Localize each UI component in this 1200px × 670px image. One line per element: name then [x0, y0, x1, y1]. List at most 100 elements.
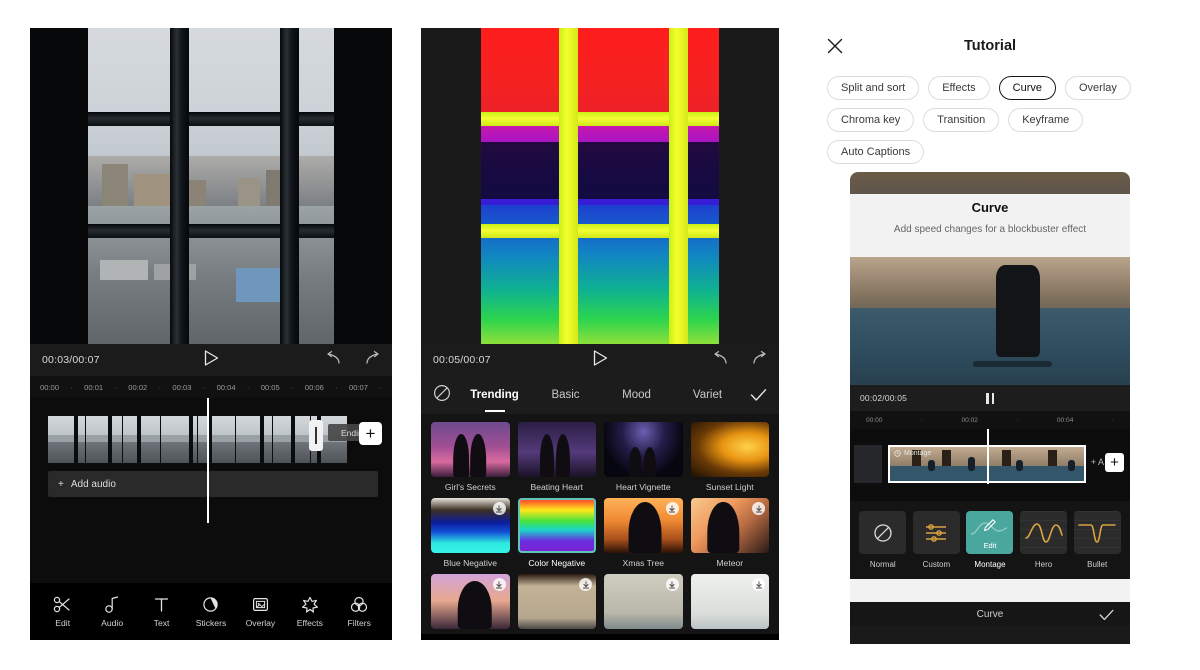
previous-card-peek — [850, 172, 1130, 194]
effect-item[interactable]: Beating Heart — [517, 422, 596, 492]
toolbar-item-audio[interactable]: Audio — [87, 595, 136, 628]
preset-icon-box[interactable]: Edit — [966, 511, 1014, 554]
skateboard — [973, 360, 1052, 368]
playhead[interactable] — [987, 429, 989, 484]
effect-item[interactable]: Blue Negative — [431, 498, 510, 568]
tab-mood[interactable]: Mood — [601, 389, 672, 401]
no-effect-icon[interactable] — [433, 384, 459, 407]
effect-preview[interactable] — [421, 28, 779, 344]
effect-item[interactable] — [431, 574, 510, 634]
clip-thumb — [123, 416, 161, 463]
curve-preset-custom[interactable]: Custom — [912, 511, 960, 569]
chip-split-and-sort[interactable]: Split and sort — [827, 76, 920, 100]
download-icon[interactable] — [579, 578, 592, 591]
add-clip-button[interactable]: + — [1105, 453, 1124, 472]
timeline[interactable]: Ending + + Add audio — [30, 398, 392, 583]
curve-preset-normal[interactable]: Normal — [859, 511, 907, 569]
download-icon[interactable] — [492, 578, 506, 591]
toolbar-item-stickers[interactable]: Stickers — [186, 596, 235, 628]
effect-item[interactable]: Xmas Tree — [604, 498, 683, 568]
ruler-tick: 00:07 — [348, 382, 368, 392]
tab-basic[interactable]: Basic — [530, 389, 601, 401]
toolbar-item-filters[interactable]: Filters — [335, 596, 384, 628]
effect-item[interactable]: Sunset Light — [690, 422, 769, 492]
effect-label: Blue Negative — [443, 558, 497, 568]
clip-trim-handle[interactable] — [309, 420, 323, 451]
curve-preset-bullet[interactable]: Bullet — [1073, 511, 1121, 569]
letterbox-right — [719, 28, 779, 344]
undo-icon[interactable] — [713, 350, 729, 370]
tab-variety[interactable]: Variet — [672, 389, 743, 401]
download-icon[interactable] — [492, 502, 506, 515]
transport-bar: 00:05/00:07 — [421, 344, 779, 376]
chip-transition[interactable]: Transition — [923, 108, 1000, 132]
toolbar-item-effects[interactable]: Effects — [285, 596, 334, 628]
effect-thumbnail[interactable] — [690, 498, 769, 553]
effect-item[interactable]: Girl's Secrets — [431, 422, 510, 492]
redo-icon[interactable] — [751, 350, 767, 370]
effect-item[interactable] — [604, 574, 683, 634]
chip-overlay[interactable]: Overlay — [1064, 76, 1131, 100]
add-text-button[interactable]: + A — [1091, 457, 1104, 467]
preset-icon-box[interactable] — [1073, 511, 1121, 554]
effect-thumbnail[interactable] — [604, 422, 683, 477]
effect-item[interactable]: Color Negative — [517, 498, 596, 568]
download-icon[interactable] — [665, 578, 679, 591]
play-icon[interactable] — [593, 349, 608, 371]
tutorial-timeline[interactable]: Montage + A + — [850, 429, 1130, 501]
chip-keyframe[interactable]: Keyframe — [1008, 108, 1084, 132]
effect-thumbnail[interactable] — [431, 498, 510, 553]
effect-thumbnail[interactable] — [517, 574, 596, 629]
toolbar-item-text[interactable]: Text — [137, 596, 186, 628]
add-clip-button[interactable]: + — [359, 422, 382, 445]
effect-thumbnail[interactable] — [517, 498, 596, 553]
chip-effects[interactable]: Effects — [928, 76, 990, 100]
tutorial-video[interactable] — [850, 257, 1130, 385]
letterbox-left — [30, 28, 88, 344]
video-preview[interactable] — [30, 28, 392, 344]
effect-item[interactable]: Heart Vignette — [604, 422, 683, 492]
effect-thumbnail[interactable] — [517, 422, 596, 477]
preset-icon-box[interactable] — [912, 511, 960, 554]
chip-curve[interactable]: Curve — [998, 76, 1056, 100]
check-icon[interactable] — [1099, 608, 1114, 626]
no-curve-icon — [874, 523, 892, 542]
effect-thumbnail[interactable] — [690, 422, 769, 477]
curve-preset-montage[interactable]: Edit Montage — [966, 511, 1014, 569]
undo-icon[interactable] — [326, 350, 342, 370]
tutorial-card: Curve Add speed changes for a blockbuste… — [850, 172, 1130, 644]
chip-auto-captions[interactable]: Auto Captions — [827, 140, 925, 164]
check-icon[interactable] — [743, 388, 767, 402]
curve-preset-hero[interactable]: Hero — [1020, 511, 1068, 569]
ruler-dot: · — [379, 382, 382, 392]
effect-thumbnail[interactable] — [604, 498, 683, 553]
download-icon[interactable] — [752, 578, 765, 591]
playhead[interactable] — [207, 398, 209, 523]
ruler-dot: · — [202, 382, 206, 392]
preset-icon-box[interactable] — [859, 511, 907, 554]
toolbar-item-overlay[interactable]: Overlay — [236, 596, 285, 628]
effect-item[interactable] — [690, 574, 769, 634]
download-icon[interactable] — [752, 502, 765, 515]
play-icon[interactable] — [204, 349, 219, 371]
tab-trending[interactable]: Trending — [459, 389, 530, 401]
preset-icon-box[interactable] — [1020, 511, 1068, 554]
previous-clip-stub[interactable] — [854, 445, 882, 483]
toolbar-item-edit[interactable]: Edit — [38, 596, 87, 628]
effect-item[interactable]: Meteor — [690, 498, 769, 568]
wall-layer — [850, 257, 1130, 311]
clip-thumb — [160, 416, 198, 463]
video-clip-track[interactable] — [48, 416, 348, 463]
redo-icon[interactable] — [364, 350, 380, 370]
effect-thumbnail[interactable] — [431, 422, 510, 477]
effect-thumbnail[interactable] — [431, 574, 510, 629]
effect-thumbnail[interactable] — [690, 574, 769, 629]
chip-chroma-key[interactable]: Chroma key — [827, 108, 915, 132]
color-negative-frame — [481, 28, 719, 344]
speed-icon — [894, 450, 901, 457]
add-audio-button[interactable]: + Add audio — [48, 471, 378, 497]
pause-icon[interactable] — [986, 392, 994, 404]
effect-item[interactable] — [517, 574, 596, 634]
download-icon[interactable] — [665, 502, 679, 515]
effect-thumbnail[interactable] — [604, 574, 683, 629]
